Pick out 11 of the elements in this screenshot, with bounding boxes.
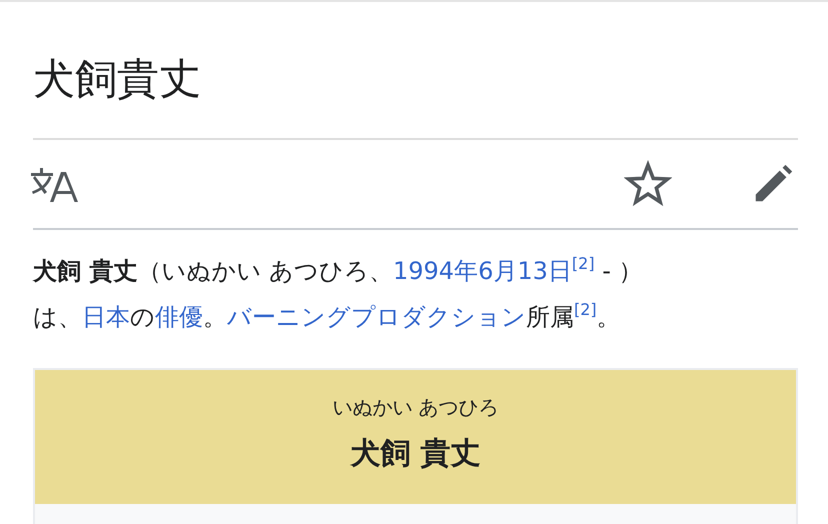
article-link[interactable]: 1994年6月13日 [393,257,572,285]
article-link[interactable]: 日本 [82,303,130,331]
infobox-name: 犬飼 貴丈 [350,435,481,473]
star-icon[interactable] [624,160,672,208]
article-link[interactable]: バーニングプロダクション [227,303,526,331]
name-reading: いぬかい あつひろ [332,394,499,421]
reference-link[interactable]: [2] [572,254,595,273]
lead-paragraph: 犬飼 貴丈（いぬかい あつひろ、1994年6月13日$^{[2]}$ - ） は、日本の俳優。バーニングプロダクション所属$^{[2]}$。 [33,253,644,333]
reference-link[interactable]: [2] [574,300,597,319]
article-link[interactable]: 俳優 [155,303,203,331]
page-title: 犬飼貴丈 [33,53,202,105]
